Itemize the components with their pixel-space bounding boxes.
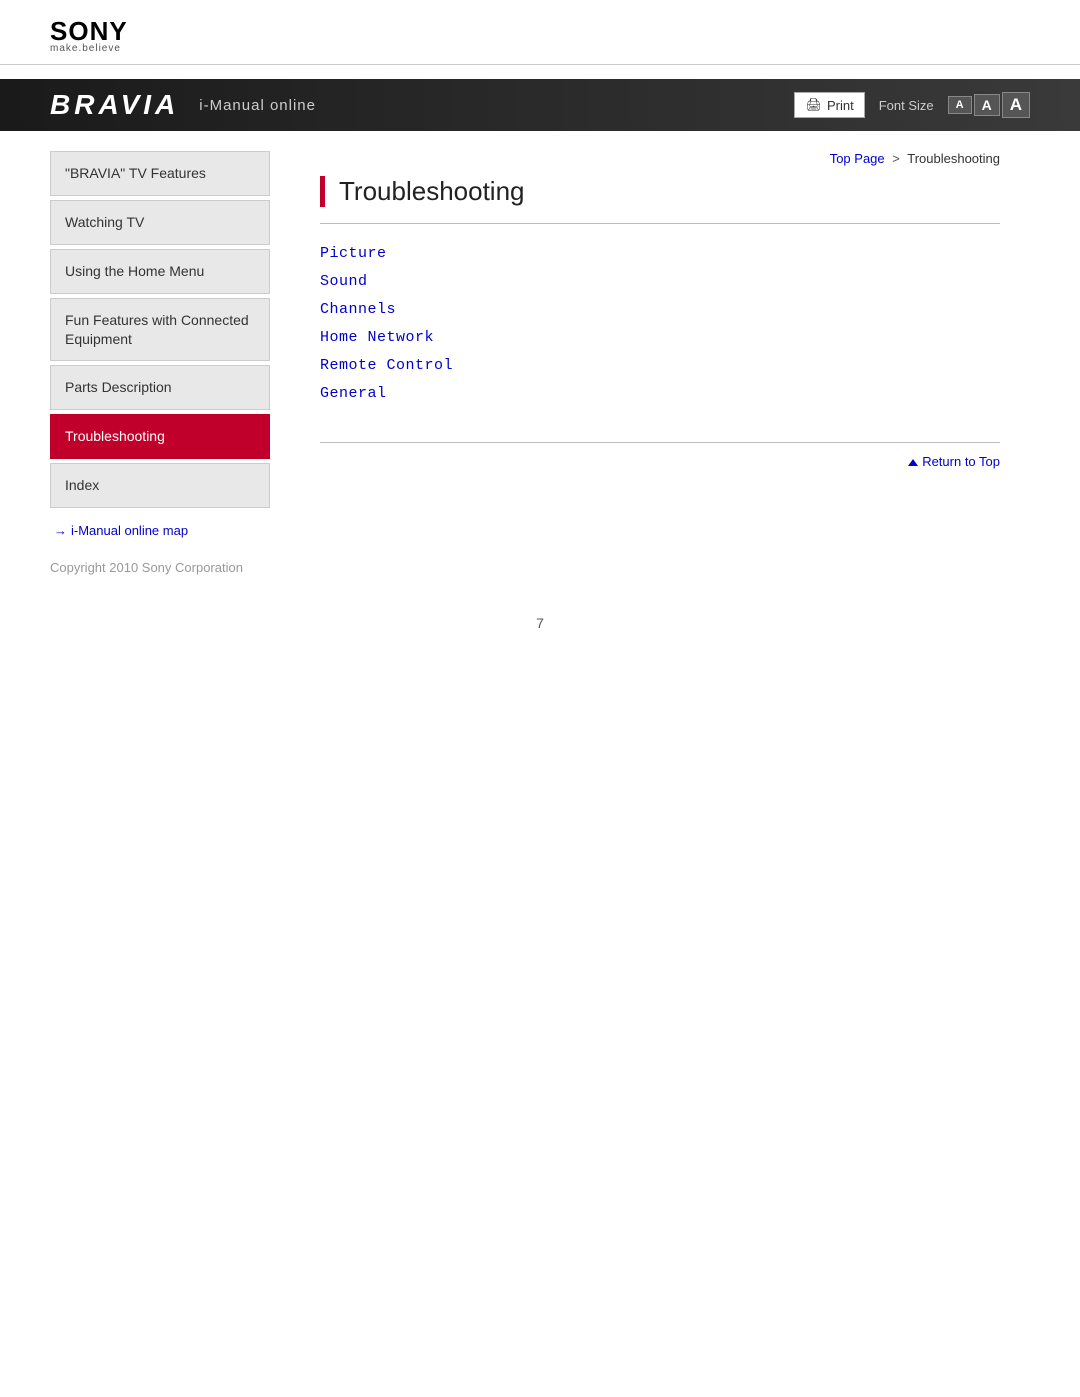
list-item: Sound	[320, 272, 1000, 290]
content-area: Top Page > Troubleshooting Troubleshooti…	[290, 131, 1030, 540]
print-label: Print	[827, 98, 854, 113]
map-link-text: i-Manual online map	[71, 523, 188, 538]
banner-controls: 🖨 Print Font Size A A A	[794, 92, 1030, 118]
sidebar-label-bravia: "BRAVIA" TV Features	[65, 165, 206, 181]
page-title: Troubleshooting	[339, 176, 1000, 207]
sidebar-item-troubleshooting[interactable]: Troubleshooting	[50, 414, 270, 459]
links-list: Picture Sound Channels Home Network Remo…	[320, 244, 1000, 402]
main-layout: "BRAVIA" TV Features Watching TV Using t…	[0, 131, 1080, 540]
sound-link[interactable]: Sound	[320, 273, 368, 290]
breadcrumb-separator: >	[892, 151, 900, 166]
print-button[interactable]: 🖨 Print	[794, 92, 864, 118]
sidebar-item-home-menu[interactable]: Using the Home Menu	[50, 249, 270, 294]
sidebar-label-home-menu: Using the Home Menu	[65, 263, 204, 279]
sidebar-label-troubleshooting: Troubleshooting	[65, 428, 165, 444]
list-item: Channels	[320, 300, 1000, 318]
sidebar-map-link[interactable]: → i-Manual online map	[50, 522, 270, 540]
font-medium-button[interactable]: A	[974, 94, 1000, 116]
list-item: Home Network	[320, 328, 1000, 346]
breadcrumb-top-link[interactable]: Top Page	[830, 151, 889, 166]
breadcrumb-current: Troubleshooting	[907, 151, 1000, 166]
imanual-label: i-Manual online	[199, 97, 316, 114]
sidebar-label-watching: Watching TV	[65, 214, 144, 230]
sony-tagline: make.believe	[50, 44, 1030, 54]
title-divider	[320, 223, 1000, 224]
font-size-label: Font Size	[879, 98, 934, 113]
sidebar-label-parts: Parts Description	[65, 379, 172, 395]
picture-link[interactable]: Picture	[320, 245, 387, 262]
font-large-button[interactable]: A	[1002, 92, 1030, 118]
list-item: Picture	[320, 244, 1000, 262]
return-top-bar: Return to Top	[320, 442, 1000, 471]
sony-logo: SONY make.believe	[50, 18, 1030, 54]
top-banner: BRAVIA i-Manual online 🖨 Print Font Size…	[0, 79, 1080, 131]
logo-bar: SONY make.believe	[0, 0, 1080, 65]
sidebar-item-bravia-tv-features[interactable]: "BRAVIA" TV Features	[50, 151, 270, 196]
triangle-up-icon	[908, 459, 918, 466]
breadcrumb-top-label: Top Page	[830, 151, 885, 166]
font-size-buttons: A A A	[948, 92, 1030, 118]
footer: Copyright 2010 Sony Corporation	[0, 540, 1080, 595]
sidebar-item-fun-features[interactable]: Fun Features with Connected Equipment	[50, 298, 270, 362]
sony-brand: SONY	[50, 18, 1030, 44]
sidebar: "BRAVIA" TV Features Watching TV Using t…	[50, 131, 290, 540]
remote-control-link[interactable]: Remote Control	[320, 357, 453, 374]
list-item: General	[320, 384, 1000, 402]
return-to-top-label: Return to Top	[922, 454, 1000, 469]
page-title-section: Troubleshooting	[320, 176, 1000, 207]
copyright-text: Copyright 2010 Sony Corporation	[50, 560, 243, 575]
sidebar-label-fun-features: Fun Features with Connected Equipment	[65, 312, 249, 347]
imanual-map-link[interactable]: → i-Manual online map	[54, 523, 188, 538]
sidebar-item-index[interactable]: Index	[50, 463, 270, 508]
printer-icon: 🖨	[805, 97, 822, 113]
return-to-top-link[interactable]: Return to Top	[908, 454, 1000, 469]
page-number: 7	[0, 595, 1080, 651]
bravia-logo: BRAVIA	[50, 89, 179, 121]
sidebar-label-index: Index	[65, 477, 99, 493]
breadcrumb: Top Page > Troubleshooting	[320, 151, 1000, 166]
general-link[interactable]: General	[320, 385, 387, 402]
home-network-link[interactable]: Home Network	[320, 329, 434, 346]
sidebar-item-watching-tv[interactable]: Watching TV	[50, 200, 270, 245]
list-item: Remote Control	[320, 356, 1000, 374]
bravia-title-group: BRAVIA i-Manual online	[50, 89, 316, 121]
font-small-button[interactable]: A	[948, 96, 972, 114]
arrow-right-icon: →	[54, 523, 67, 538]
channels-link[interactable]: Channels	[320, 301, 396, 318]
page-num-label: 7	[536, 615, 544, 631]
sidebar-item-parts-description[interactable]: Parts Description	[50, 365, 270, 410]
